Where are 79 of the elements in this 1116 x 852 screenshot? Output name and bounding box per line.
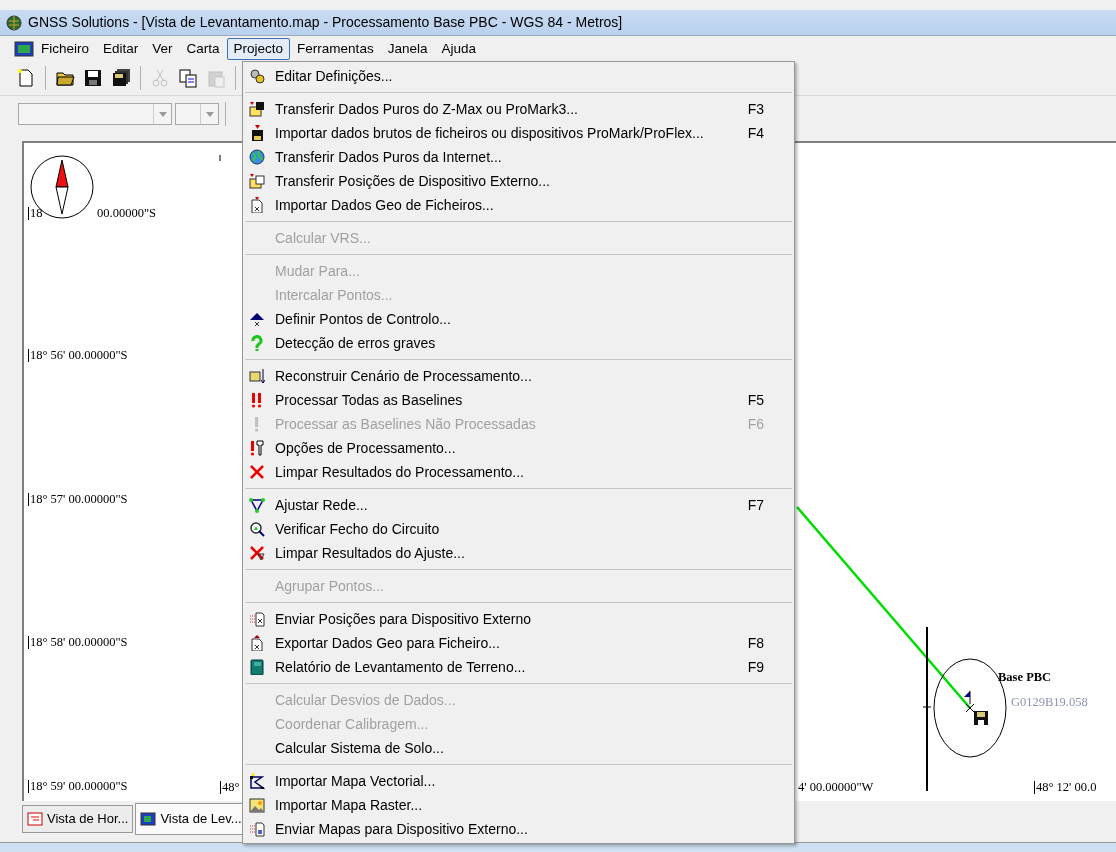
help-icon bbox=[249, 335, 265, 351]
menu-item[interactable]: Enviar Posições para Dispositivo Externo bbox=[245, 607, 792, 631]
longitude-label: 48° 12' 00.0 bbox=[1034, 781, 1097, 794]
menu-item[interactable]: Definir Pontos de Controlo... bbox=[245, 307, 792, 331]
disk-arrow-icon bbox=[249, 125, 265, 141]
delete-icon bbox=[249, 545, 265, 561]
menu-item[interactable]: Opções de Processamento... bbox=[245, 436, 792, 460]
menu-item[interactable]: Ferramentas bbox=[290, 37, 381, 60]
menu-item[interactable]: Enviar Mapas para Dispositivo Externo... bbox=[245, 817, 792, 841]
grid-document-icon bbox=[249, 611, 265, 627]
longitude-label: 48° bbox=[220, 781, 240, 794]
book-icon bbox=[249, 659, 265, 675]
menu-item[interactable]: Ficheiro bbox=[34, 37, 96, 60]
delete-icon bbox=[249, 464, 265, 480]
latitude-label: 18 bbox=[28, 207, 43, 220]
globe-icon bbox=[249, 149, 265, 165]
menu-item[interactable]: Limpar Resultados do Ajuste... bbox=[245, 541, 792, 565]
menu-item[interactable]: Importar dados brutos de ficheiros ou dispositivos ProMark/ProFlex... F4 bbox=[245, 121, 792, 145]
menu-item[interactable]: Editar bbox=[96, 37, 146, 60]
wrench-alert-icon bbox=[249, 440, 265, 456]
menu-item[interactable]: Transferir Posições de Dispositivo Externo... bbox=[245, 169, 792, 193]
menu-item[interactable]: Ver bbox=[145, 37, 180, 60]
station-file: G0129B19.058 bbox=[1010, 696, 1088, 709]
menu-item[interactable]: Reconstruir Cenário de Processamento... bbox=[245, 364, 792, 388]
menu-item[interactable]: Calcular Sistema de Solo... bbox=[245, 736, 792, 760]
map-icon bbox=[140, 812, 157, 826]
save-icon[interactable] bbox=[83, 68, 103, 88]
station-name: Base PBC bbox=[997, 671, 1052, 684]
save-all-icon[interactable] bbox=[111, 68, 131, 88]
globe-icon bbox=[6, 14, 22, 31]
window-title: GNSS Solutions - [Vista de Levantamento.map - Processamento Base PBC - WGS 84 - Metros] bbox=[28, 13, 623, 32]
magnifier-icon bbox=[249, 521, 265, 537]
menu-item[interactable]: Projecto bbox=[226, 37, 291, 60]
landscape-icon bbox=[249, 797, 265, 813]
menu-item[interactable]: Transferir Dados Puros do Z-Max ou ProMark3... F3 bbox=[245, 97, 792, 121]
point-marker bbox=[965, 703, 975, 713]
latitude-label: 18° 59' 00.00000"S bbox=[28, 780, 128, 793]
menu-item[interactable]: Limpar Resultados do Processamento... bbox=[245, 460, 792, 484]
copy-icon[interactable] bbox=[178, 68, 198, 88]
menu-item[interactable]: Exportar Dados Geo para Ficheiro... F8 bbox=[245, 631, 792, 655]
document-icon bbox=[249, 635, 265, 651]
list-icon bbox=[27, 812, 43, 826]
folder-icon bbox=[249, 173, 265, 189]
dropdown-arrow-icon[interactable] bbox=[205, 111, 214, 117]
dropdown-field[interactable] bbox=[18, 103, 172, 125]
folder-disk-icon bbox=[249, 101, 265, 117]
menu-item[interactable]: Carta bbox=[179, 37, 227, 60]
app-icon[interactable] bbox=[14, 40, 34, 57]
dropdown-field[interactable] bbox=[175, 103, 219, 125]
polyline-icon bbox=[249, 773, 265, 789]
triangle-icon bbox=[249, 311, 265, 327]
latitude-label: 18° 56' 00.00000"S bbox=[28, 349, 128, 362]
compass-icon bbox=[30, 155, 94, 219]
menu-item[interactable]: Detecção de erros graves bbox=[245, 331, 792, 355]
menu-item[interactable]: Ajuda bbox=[434, 37, 483, 60]
dropdown-arrow-icon[interactable] bbox=[158, 111, 167, 117]
longitude-label: 4' 00.00000"W bbox=[797, 781, 874, 794]
menu-item[interactable]: Processar Todas as Baselines F5 bbox=[245, 388, 792, 412]
view-tab[interactable]: Vista de Hor... bbox=[22, 805, 134, 833]
latitude-label: 18° 57' 00.00000"S bbox=[28, 493, 128, 506]
flag-icon bbox=[964, 690, 971, 705]
menu-item[interactable]: Importar Dados Geo de Ficheiros... bbox=[245, 193, 792, 217]
menu-item[interactable]: Transferir Dados Puros da Internet... bbox=[245, 145, 792, 169]
new-file-icon[interactable] bbox=[16, 68, 36, 88]
save-icon bbox=[974, 711, 988, 725]
menu-item[interactable]: Verificar Fecho do Circuito bbox=[245, 517, 792, 541]
menu-item[interactable]: Importar Mapa Raster... bbox=[245, 793, 792, 817]
menu-item[interactable]: Importar Mapa Vectorial... bbox=[245, 769, 792, 793]
menu-item[interactable]: Editar Definições... bbox=[245, 64, 792, 88]
latitude-label: 18° 58' 00.00000"S bbox=[28, 636, 128, 649]
menu-item[interactable]: Relatório de Levantamento de Terreno... F9 bbox=[245, 655, 792, 679]
latitude-label: 00.00000"S bbox=[96, 207, 156, 220]
menu-item[interactable]: Ajustar Rede... F7 bbox=[245, 493, 792, 517]
alert-icon bbox=[255, 416, 259, 432]
menu-item[interactable]: Janela bbox=[380, 37, 435, 60]
network-icon bbox=[249, 497, 265, 513]
document-icon bbox=[249, 197, 265, 213]
ruler-tick bbox=[219, 154, 221, 162]
grid-document-icon bbox=[249, 821, 265, 837]
